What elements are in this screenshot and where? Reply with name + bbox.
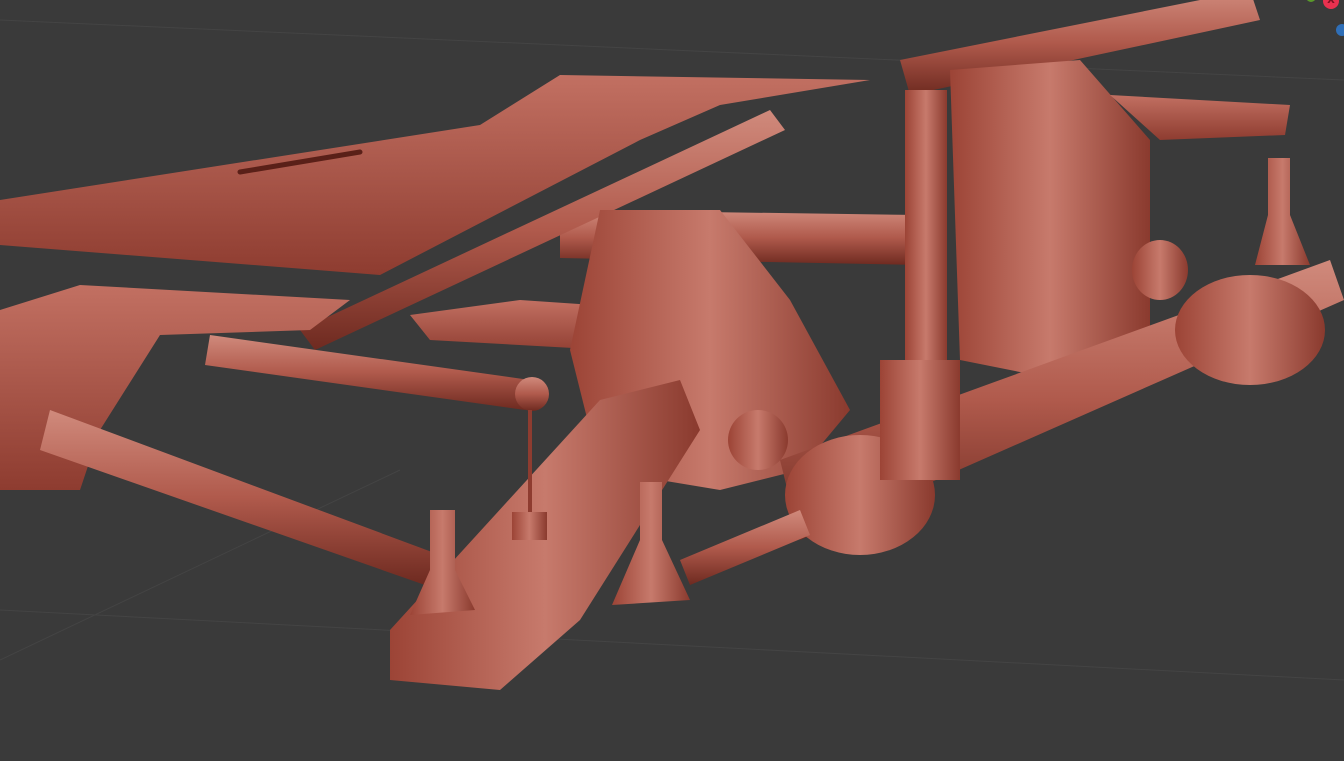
gizmo-z-axis[interactable]: [1336, 24, 1344, 36]
suspension-model: [0, 0, 1344, 690]
3d-viewport[interactable]: [0, 0, 1344, 761]
